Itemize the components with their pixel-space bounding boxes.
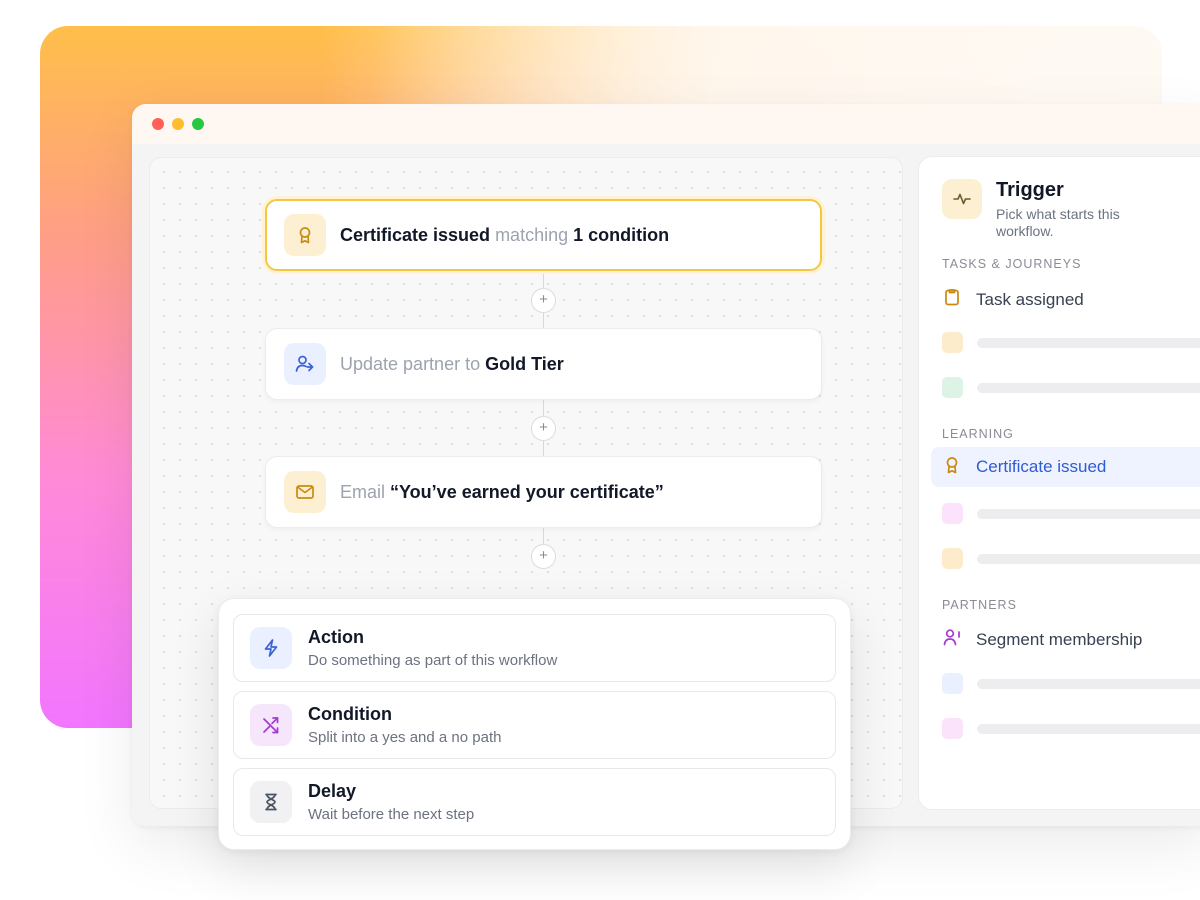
section-label-partners: PARTNERS — [942, 598, 1017, 612]
node-connector-text: matching — [490, 224, 574, 245]
node-email-subject: “You’ve earned your certificate” — [390, 481, 664, 502]
trigger-option-certificate-issued[interactable]: Certificate issued — [931, 447, 1200, 487]
title-bar — [132, 104, 1200, 144]
menu-item-title: Action — [308, 627, 364, 647]
mail-icon — [284, 471, 326, 513]
user-segment-icon — [942, 627, 962, 652]
menu-item-condition[interactable]: Condition Split into a yes and a no path — [233, 691, 836, 759]
menu-item-title: Condition — [308, 704, 392, 724]
trigger-panel: Trigger Pick what starts this workflow. … — [918, 156, 1200, 810]
placeholder-option — [942, 503, 1200, 524]
node-text: Certificate issued matching 1 condition — [340, 225, 669, 246]
add-step-menu: Action Do something as part of this work… — [218, 598, 851, 850]
placeholder-option — [942, 377, 1200, 398]
node-event-name: Certificate issued — [340, 224, 491, 245]
node-tier-name: Gold Tier — [485, 353, 564, 374]
award-icon — [284, 214, 326, 256]
menu-item-description: Wait before the next step — [308, 806, 475, 823]
trigger-option-label: Certificate issued — [976, 457, 1107, 476]
section-label-tasks: TASKS & JOURNEYS — [942, 257, 1082, 271]
menu-item-delay[interactable]: Delay Wait before the next step — [233, 768, 836, 836]
lightning-icon — [250, 627, 292, 669]
menu-item-action[interactable]: Action Do something as part of this work… — [233, 614, 836, 682]
panel-subtitle: Pick what starts this workflow. — [996, 206, 1120, 239]
node-action-text: Update partner to — [340, 353, 486, 374]
trigger-header: Trigger Pick what starts this workflow. — [942, 179, 1146, 240]
minimize-window-button[interactable] — [172, 118, 184, 130]
placeholder-option — [942, 332, 1200, 353]
clipboard-icon — [942, 287, 962, 312]
section-label-learning: LEARNING — [942, 427, 1014, 441]
workflow-node-update[interactable]: Update partner to Gold Tier — [265, 328, 822, 400]
node-text: Update partner to Gold Tier — [340, 354, 564, 375]
activity-icon — [942, 179, 982, 219]
maximize-window-button[interactable] — [192, 118, 204, 130]
node-condition-count: 1 condition — [573, 224, 670, 245]
menu-item-description: Do something as part of this workflow — [308, 652, 558, 669]
add-step-button[interactable]: + — [531, 288, 556, 313]
placeholder-option — [942, 718, 1200, 739]
trigger-option-label: Task assigned — [976, 289, 1084, 309]
trigger-option-label: Segment membership — [976, 629, 1143, 649]
award-icon — [942, 455, 962, 480]
workflow-node-trigger[interactable]: Certificate issued matching 1 condition — [265, 199, 822, 271]
menu-item-title: Delay — [308, 781, 357, 801]
placeholder-option — [942, 548, 1200, 569]
close-window-button[interactable] — [152, 118, 164, 130]
add-step-button[interactable]: + — [531, 416, 556, 441]
placeholder-option — [942, 673, 1200, 694]
shuffle-icon — [250, 704, 292, 746]
panel-title: Trigger — [996, 179, 1064, 201]
user-arrow-icon — [284, 343, 326, 385]
node-text: Email “You’ve earned your certificate” — [340, 482, 664, 503]
node-action-text: Email — [340, 481, 391, 502]
trigger-option-task-assigned[interactable]: Task assigned — [942, 287, 1084, 312]
add-step-button[interactable]: + — [531, 544, 556, 569]
workflow-node-email[interactable]: Email “You’ve earned your certificate” — [265, 456, 822, 528]
hourglass-icon — [250, 781, 292, 823]
trigger-option-segment-membership[interactable]: Segment membership — [942, 627, 1142, 652]
menu-item-description: Split into a yes and a no path — [308, 729, 502, 746]
